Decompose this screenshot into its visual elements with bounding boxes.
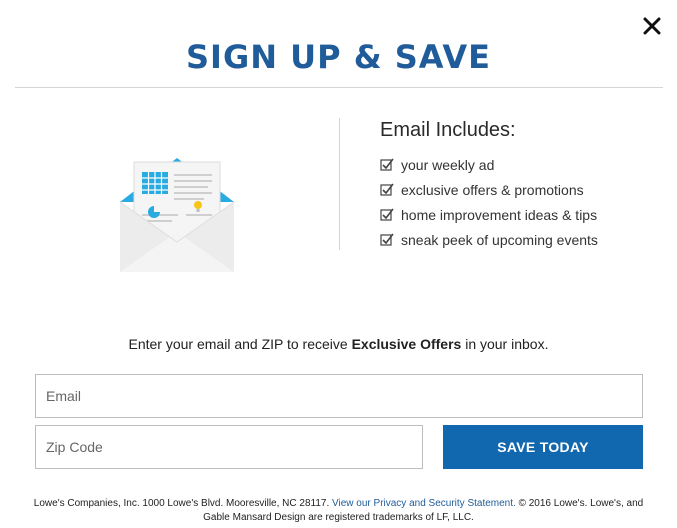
header-divider xyxy=(15,87,663,88)
prompt-text: Enter your email and ZIP to receive xyxy=(128,336,352,352)
privacy-statement-link[interactable]: View our Privacy and Security Statement. xyxy=(332,498,516,509)
list-item-label: exclusive offers & promotions xyxy=(401,181,584,198)
list-item-label: sneak peek of upcoming events xyxy=(401,231,598,248)
list-item: sneak peek of upcoming events xyxy=(380,227,598,252)
footer-text: Lowe's Companies, Inc. 1000 Lowe's Blvd.… xyxy=(33,498,333,509)
email-field[interactable] xyxy=(35,374,643,418)
list-item: your weekly ad xyxy=(380,152,598,177)
prompt-highlight: Exclusive Offers xyxy=(351,336,462,352)
zip-code-field[interactable] xyxy=(35,425,423,469)
checkbox-checked-icon xyxy=(380,183,394,196)
list-item-label: home improvement ideas & tips xyxy=(401,206,598,223)
legal-footer: Lowe's Companies, Inc. 1000 Lowe's Blvd.… xyxy=(30,497,647,525)
list-item: home improvement ideas & tips xyxy=(380,202,598,227)
envelope-newsletter-icon xyxy=(112,140,242,280)
page-title: SIGN UP & SAVE xyxy=(185,38,492,76)
section-divider xyxy=(339,118,340,250)
save-today-button[interactable]: SAVE TODAY xyxy=(443,425,643,469)
includes-list: your weekly ad exclusive offers & promot… xyxy=(380,152,598,252)
prompt-text-end: in your inbox. xyxy=(461,336,549,352)
close-icon xyxy=(643,17,661,35)
checkbox-checked-icon xyxy=(380,158,394,171)
includes-title: Email Includes: xyxy=(380,119,516,141)
checkbox-checked-icon xyxy=(380,233,394,246)
list-item-label: your weekly ad xyxy=(401,156,495,173)
close-button[interactable] xyxy=(640,14,664,38)
checkbox-checked-icon xyxy=(380,208,394,221)
signup-prompt: Enter your email and ZIP to receive Excl… xyxy=(0,336,677,352)
list-item: exclusive offers & promotions xyxy=(380,177,598,202)
